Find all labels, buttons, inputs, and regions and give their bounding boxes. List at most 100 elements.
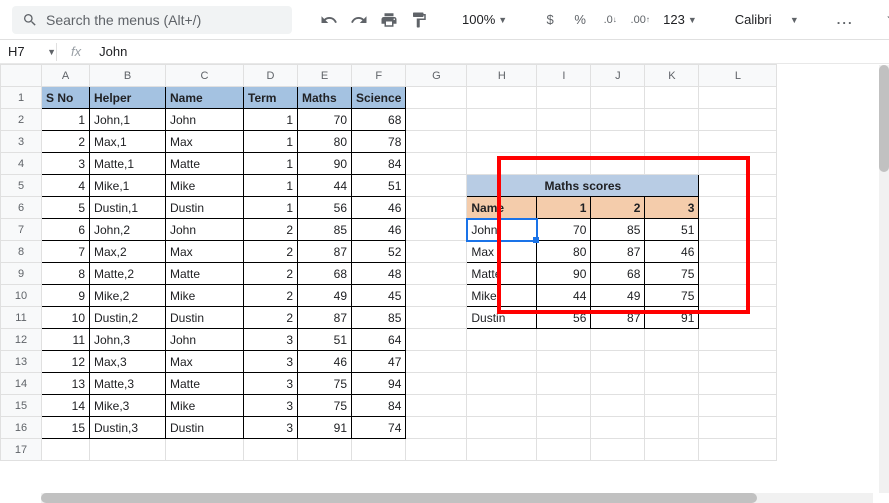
cell-A16[interactable]: 15 xyxy=(42,417,90,439)
cell-J3[interactable] xyxy=(591,131,645,153)
cell-J17[interactable] xyxy=(591,439,645,461)
cell-I11[interactable]: 56 xyxy=(537,307,591,329)
cell-L16[interactable] xyxy=(699,417,777,439)
vertical-scrollbar[interactable] xyxy=(879,65,889,493)
cell-A15[interactable]: 14 xyxy=(42,395,90,417)
cell-I15[interactable] xyxy=(537,395,591,417)
cell-B13[interactable]: Max,3 xyxy=(90,351,166,373)
cell-C13[interactable]: Max xyxy=(166,351,244,373)
cell-F9[interactable]: 48 xyxy=(352,263,406,285)
row-header-13[interactable]: 13 xyxy=(1,351,42,373)
col-header-D[interactable]: D xyxy=(244,65,298,87)
cell-J9[interactable]: 68 xyxy=(591,263,645,285)
cell-L15[interactable] xyxy=(699,395,777,417)
cell-G17[interactable] xyxy=(406,439,467,461)
cell-H15[interactable] xyxy=(467,395,537,417)
cell-A3[interactable]: 2 xyxy=(42,131,90,153)
col-header-G[interactable]: G xyxy=(406,65,467,87)
cell-H6[interactable]: Name xyxy=(467,197,537,219)
cell-K11[interactable]: 91 xyxy=(645,307,699,329)
cell-D11[interactable]: 2 xyxy=(244,307,298,329)
cell-C16[interactable]: Dustin xyxy=(166,417,244,439)
cell-F6[interactable]: 46 xyxy=(352,197,406,219)
cell-C15[interactable]: Mike xyxy=(166,395,244,417)
cell-F17[interactable] xyxy=(352,439,406,461)
cell-F2[interactable]: 68 xyxy=(352,109,406,131)
cell-A11[interactable]: 10 xyxy=(42,307,90,329)
cell-D17[interactable] xyxy=(244,439,298,461)
col-header-K[interactable]: K xyxy=(645,65,699,87)
cell-D3[interactable]: 1 xyxy=(244,131,298,153)
cell-E3[interactable]: 80 xyxy=(298,131,352,153)
spreadsheet-grid[interactable]: ABCDEFGHIJKL1S NoHelperNameTermMathsScie… xyxy=(0,64,889,503)
cell-G9[interactable] xyxy=(406,263,467,285)
cell-G8[interactable] xyxy=(406,241,467,263)
cell-D4[interactable]: 1 xyxy=(244,153,298,175)
cell-H12[interactable] xyxy=(467,329,537,351)
cell-B2[interactable]: John,1 xyxy=(90,109,166,131)
cell-F14[interactable]: 94 xyxy=(352,373,406,395)
row-header-5[interactable]: 5 xyxy=(1,175,42,197)
cell-J8[interactable]: 87 xyxy=(591,241,645,263)
cell-G12[interactable] xyxy=(406,329,467,351)
cell-E8[interactable]: 87 xyxy=(298,241,352,263)
cell-E7[interactable]: 85 xyxy=(298,219,352,241)
cell-A4[interactable]: 3 xyxy=(42,153,90,175)
cell-F16[interactable]: 74 xyxy=(352,417,406,439)
cell-B10[interactable]: Mike,2 xyxy=(90,285,166,307)
cell-K7[interactable]: 51 xyxy=(645,219,699,241)
cell-C9[interactable]: Matte xyxy=(166,263,244,285)
cell-D10[interactable]: 2 xyxy=(244,285,298,307)
cell-C10[interactable]: Mike xyxy=(166,285,244,307)
col-header-J[interactable]: J xyxy=(591,65,645,87)
cell-I9[interactable]: 90 xyxy=(537,263,591,285)
row-header-14[interactable]: 14 xyxy=(1,373,42,395)
cell-E12[interactable]: 51 xyxy=(298,329,352,351)
expand-toolbar-button[interactable] xyxy=(876,3,889,36)
cell-K10[interactable]: 75 xyxy=(645,285,699,307)
cell-I6[interactable]: 1 xyxy=(537,197,591,219)
cell-A12[interactable]: 11 xyxy=(42,329,90,351)
cell-J2[interactable] xyxy=(591,109,645,131)
cell-L9[interactable] xyxy=(699,263,777,285)
row-header-11[interactable]: 11 xyxy=(1,307,42,329)
cell-B4[interactable]: Matte,1 xyxy=(90,153,166,175)
cell-L8[interactable] xyxy=(699,241,777,263)
cell-I4[interactable] xyxy=(537,153,591,175)
cell-A9[interactable]: 8 xyxy=(42,263,90,285)
cell-D5[interactable]: 1 xyxy=(244,175,298,197)
cell-G4[interactable] xyxy=(406,153,467,175)
cell-H9[interactable]: Matte xyxy=(467,263,537,285)
cell-C8[interactable]: Max xyxy=(166,241,244,263)
cell-J10[interactable]: 49 xyxy=(591,285,645,307)
decrease-decimal-button[interactable]: .0↓ xyxy=(597,7,623,33)
cell-F10[interactable]: 45 xyxy=(352,285,406,307)
cell-G15[interactable] xyxy=(406,395,467,417)
cell-G16[interactable] xyxy=(406,417,467,439)
cell-D1[interactable]: Term xyxy=(244,87,298,109)
cell-H5[interactable]: Maths scores xyxy=(467,175,699,197)
col-header-F[interactable]: F xyxy=(352,65,406,87)
cell-D14[interactable]: 3 xyxy=(244,373,298,395)
cell-K16[interactable] xyxy=(645,417,699,439)
col-header-L[interactable]: L xyxy=(699,65,777,87)
cell-A13[interactable]: 12 xyxy=(42,351,90,373)
cell-J4[interactable] xyxy=(591,153,645,175)
cell-I13[interactable] xyxy=(537,351,591,373)
cell-A10[interactable]: 9 xyxy=(42,285,90,307)
cell-I8[interactable]: 80 xyxy=(537,241,591,263)
cell-B8[interactable]: Max,2 xyxy=(90,241,166,263)
name-box[interactable]: H7▼ xyxy=(0,44,56,59)
cell-G6[interactable] xyxy=(406,197,467,219)
cell-B5[interactable]: Mike,1 xyxy=(90,175,166,197)
cell-D12[interactable]: 3 xyxy=(244,329,298,351)
cell-F11[interactable]: 85 xyxy=(352,307,406,329)
cell-H11[interactable]: Dustin xyxy=(467,307,537,329)
cell-B9[interactable]: Matte,2 xyxy=(90,263,166,285)
cell-L3[interactable] xyxy=(699,131,777,153)
cell-A2[interactable]: 1 xyxy=(42,109,90,131)
cell-F15[interactable]: 84 xyxy=(352,395,406,417)
col-header-C[interactable]: C xyxy=(166,65,244,87)
cell-E16[interactable]: 91 xyxy=(298,417,352,439)
cell-B6[interactable]: Dustin,1 xyxy=(90,197,166,219)
